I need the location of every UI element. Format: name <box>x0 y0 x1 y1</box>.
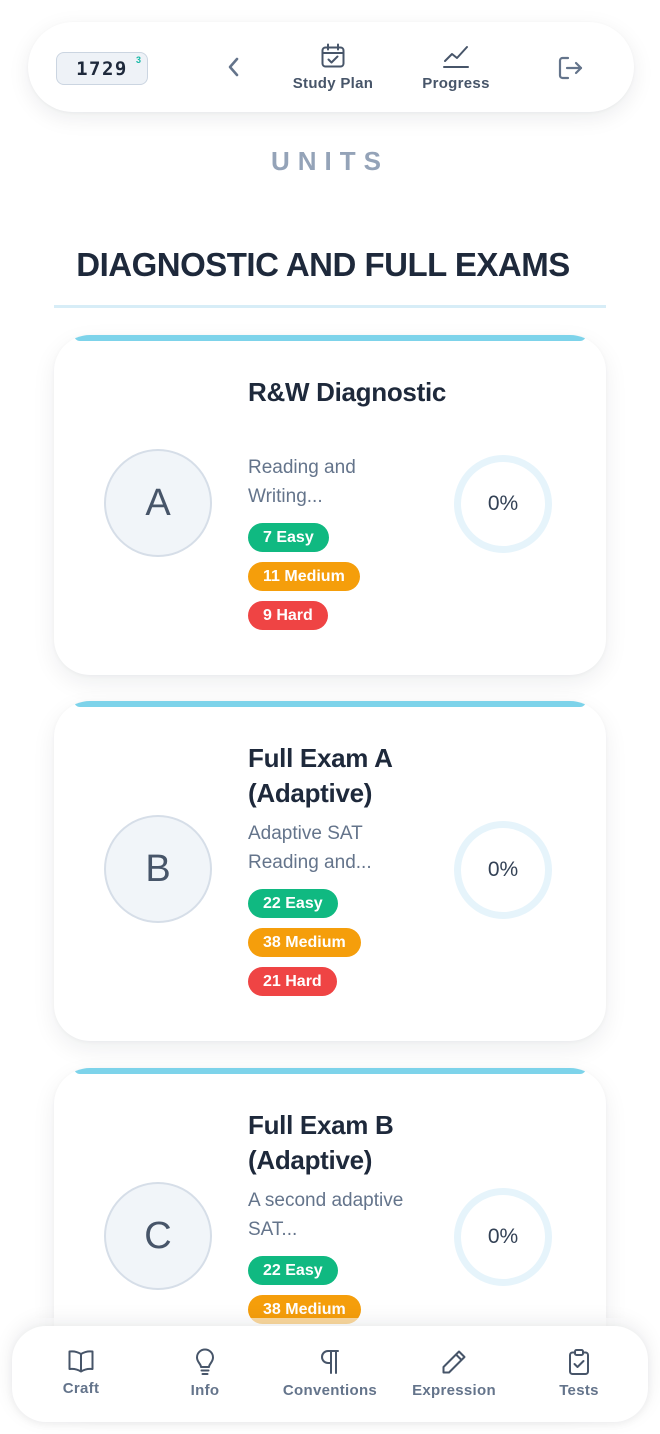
card-title: Full Exam A (Adaptive) <box>248 743 392 808</box>
medium-tag: 11 Medium <box>248 562 360 591</box>
easy-tag: 7 Easy <box>248 523 329 552</box>
hard-tag: 9 Hard <box>248 601 328 630</box>
calendar-check-icon <box>321 43 345 68</box>
hard-tag: 21 Hard <box>248 967 337 996</box>
score-value: 1729 <box>76 57 128 80</box>
nav-expression-label: Expression <box>412 1382 496 1399</box>
nav-info[interactable]: Info <box>150 1348 260 1399</box>
chevron-left-icon <box>228 57 239 77</box>
unit-card-b[interactable]: B Full Exam A (Adaptive) Adaptive SAT Re… <box>54 701 606 1041</box>
card-letter-badge: C <box>104 1182 212 1290</box>
logout-button[interactable] <box>556 54 586 82</box>
units-heading: UNITS <box>271 146 389 176</box>
unit-card-a[interactable]: A R&W Diagnostic Reading and Writing... … <box>54 335 606 675</box>
card-accent-bar <box>74 1068 586 1074</box>
nav-tests-label: Tests <box>559 1382 599 1399</box>
pencil-icon <box>442 1350 466 1374</box>
card-description: Adaptive SAT Reading and... <box>248 823 372 873</box>
chart-line-icon <box>443 46 469 68</box>
card-description: A second adaptive SAT... <box>248 1190 404 1240</box>
nav-expression[interactable]: Expression <box>399 1348 509 1399</box>
card-letter-badge: B <box>104 815 212 923</box>
nav-craft[interactable]: Craft <box>26 1348 136 1397</box>
bottom-nav: Craft Info Conventions Expression Tests <box>12 1326 648 1422</box>
book-open-icon <box>68 1350 94 1373</box>
progress-ring: 0% <box>454 455 552 553</box>
top-bar: 1729 3 Study Plan Progress <box>28 22 634 112</box>
score-badge: 1729 3 <box>56 52 148 85</box>
card-letter-badge: A <box>104 449 212 557</box>
pilcrow-icon <box>321 1350 339 1374</box>
back-button[interactable] <box>220 52 248 82</box>
card-title: Full Exam B (Adaptive) <box>248 1110 394 1175</box>
section-divider <box>54 305 606 308</box>
progress-ring: 0% <box>454 821 552 919</box>
difficulty-tags: 22 Easy 38 Medium 21 Hard <box>248 889 361 1006</box>
section-title: DIAGNOSTIC AND FULL EXAMS <box>76 246 570 283</box>
card-title: R&W Diagnostic <box>248 377 447 407</box>
clipboard-check-icon <box>569 1349 589 1375</box>
lightbulb-icon <box>196 1348 214 1375</box>
nav-tests[interactable]: Tests <box>524 1348 634 1399</box>
nav-craft-label: Craft <box>62 1380 100 1397</box>
easy-tag: 22 Easy <box>248 889 338 918</box>
card-description: Reading and Writing... <box>248 457 356 507</box>
difficulty-tags: 7 Easy 11 Medium 9 Hard <box>248 523 360 640</box>
card-accent-bar <box>74 335 586 341</box>
progress-ring: 0% <box>454 1188 552 1286</box>
nav-conventions-label: Conventions <box>282 1382 378 1399</box>
progress-label: Progress <box>422 75 490 92</box>
medium-tag: 38 Medium <box>248 928 361 957</box>
study-plan-label: Study Plan <box>292 75 374 92</box>
study-plan-button[interactable]: Study Plan <box>290 42 376 98</box>
progress-button[interactable]: Progress <box>408 42 504 98</box>
card-accent-bar <box>74 701 586 707</box>
nav-conventions[interactable]: Conventions <box>275 1348 385 1399</box>
easy-tag: 22 Easy <box>248 1256 338 1285</box>
score-superscript: 3 <box>135 55 141 65</box>
logout-icon <box>558 56 583 80</box>
nav-info-label: Info <box>190 1382 220 1399</box>
